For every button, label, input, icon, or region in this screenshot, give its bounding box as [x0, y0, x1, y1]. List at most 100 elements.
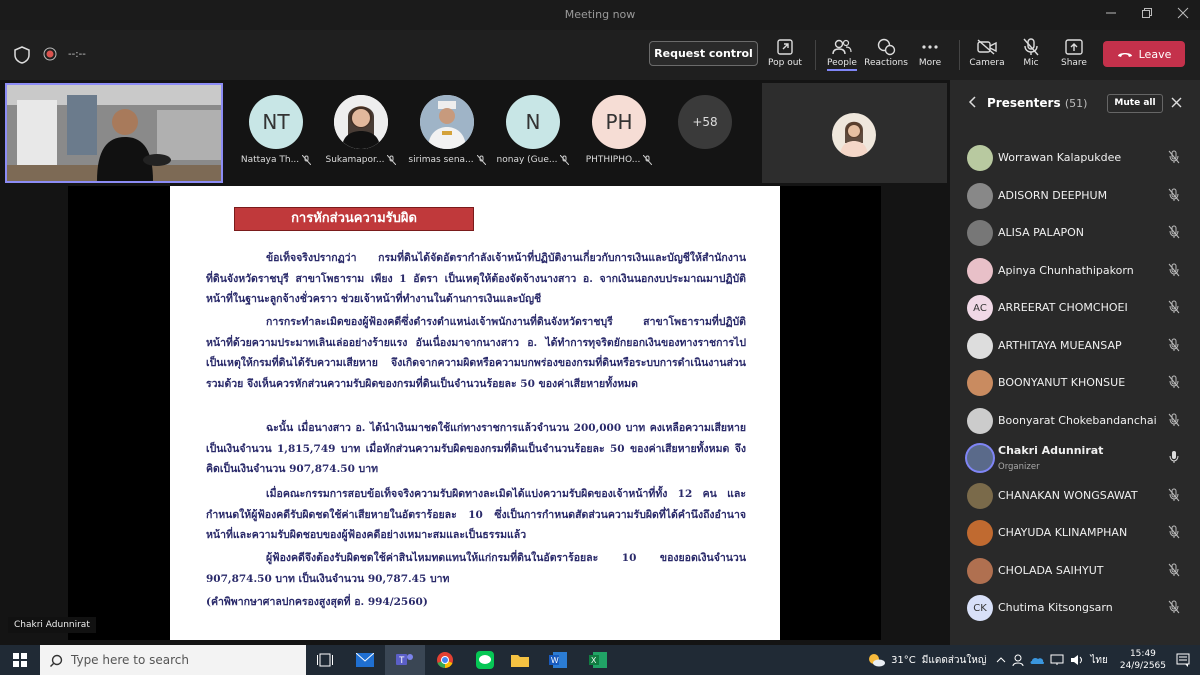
file-explorer-icon[interactable] [500, 645, 540, 675]
mic-muted-icon[interactable] [1168, 338, 1180, 352]
mic-muted-icon[interactable] [1168, 225, 1180, 239]
teams-app-icon[interactable]: T [385, 645, 425, 675]
mic-muted-icon[interactable] [1168, 600, 1180, 614]
mic-muted-icon[interactable] [1168, 563, 1180, 577]
presentation-slide: การหักส่วนความรับผิด ข้อเท็จจริงปรากฏว่า… [170, 186, 780, 640]
presenter-row[interactable]: CK Chutima Kitsongsarn [950, 590, 1200, 627]
participant-tile[interactable]: N nonay (Gue... [493, 95, 573, 165]
leave-button[interactable]: Leave [1103, 41, 1185, 67]
presenter-row[interactable]: Apinya Chunhathipakorn [950, 253, 1200, 290]
presenter-avatar [967, 482, 993, 509]
camera-label: Camera [969, 58, 1005, 68]
svg-text:X: X [591, 656, 597, 665]
svg-text:T: T [399, 655, 405, 665]
presenter-row[interactable]: ALISA PALAPON [950, 215, 1200, 252]
mic-muted-icon[interactable] [1168, 488, 1180, 502]
pop-out-icon [760, 36, 810, 58]
muted-icon [302, 155, 312, 165]
meeting-stage: NT Nattaya Th... Sukamapor... sirimas se… [0, 80, 950, 645]
word-app-icon[interactable]: W [538, 645, 578, 675]
participant-tile[interactable]: PH PHTHIPHO... [579, 95, 659, 165]
participant-tile[interactable]: sirimas sena... [407, 95, 487, 165]
reactions-label: Reactions [864, 58, 908, 68]
pop-out-button[interactable]: Pop out [760, 36, 810, 68]
input-language[interactable]: ไทย [1090, 653, 1107, 668]
clock-time: 15:49 [1129, 649, 1156, 659]
speaker-video[interactable] [5, 83, 223, 183]
presenter-avatar [967, 220, 993, 246]
participant-video-tile[interactable] [762, 83, 947, 183]
slide-paragraph: การกระทำละเมิดของผู้ฟ้องคดีซึ่งดำรงตำแหน… [206, 316, 746, 390]
presenter-row[interactable]: Boonyarat Chokebandanchai [950, 403, 1200, 440]
presenter-avatar: AC [967, 295, 993, 321]
hang-up-icon [1117, 50, 1133, 58]
mic-muted-icon[interactable] [1168, 150, 1180, 164]
search-icon [50, 654, 63, 667]
chrome-app-icon[interactable] [425, 645, 465, 675]
clock[interactable]: 15:49 24/9/2565 [1120, 648, 1166, 672]
close-panel-icon[interactable] [1171, 97, 1182, 108]
reactions-button[interactable]: Reactions [861, 36, 911, 68]
participant-name: Sukamapor... [325, 155, 385, 165]
mail-app-icon[interactable] [345, 645, 385, 675]
mic-muted-icon[interactable] [1168, 188, 1180, 202]
onedrive-icon[interactable] [1030, 656, 1045, 665]
slide-paragraph: ข้อเท็จจริงปรากฏว่า กรมที่ดินได้จัดอัตรา… [206, 252, 746, 305]
presenter-name: Worrawan Kalapukdee [998, 151, 1122, 164]
request-control-button[interactable]: Request control [649, 41, 758, 66]
camera-button[interactable]: Camera [962, 36, 1012, 68]
weather-icon[interactable] [867, 653, 886, 667]
participant-avatar [334, 95, 388, 149]
notifications-icon[interactable] [1176, 653, 1190, 667]
search-placeholder: Type here to search [71, 653, 189, 667]
more-participants[interactable]: +58 [665, 95, 745, 165]
toolbar-divider [959, 40, 960, 70]
muted-icon [643, 155, 653, 165]
camera-off-icon [962, 36, 1012, 58]
participant-tile[interactable]: Sukamapor... [321, 95, 401, 165]
mic-muted-icon[interactable] [1168, 375, 1180, 389]
presenter-avatar [967, 182, 993, 209]
presenter-row[interactable]: Chakri Adunnirat Organizer [950, 440, 1200, 477]
taskbar-search[interactable]: Type here to search [40, 645, 306, 675]
presenter-row[interactable]: CHAYUDA KLINAMPHAN [950, 515, 1200, 552]
excel-app-icon[interactable]: X [578, 645, 618, 675]
people-tray-icon[interactable] [1012, 654, 1024, 666]
presenter-row[interactable]: ADISORN DEEPHUM [950, 178, 1200, 215]
minimize-icon[interactable] [1104, 6, 1118, 20]
presenter-row[interactable]: CHOLADA SAIHYUT [950, 553, 1200, 590]
presenter-row[interactable]: ARTHITAYA MUEANSAP [950, 328, 1200, 365]
line-app-icon[interactable] [465, 645, 505, 675]
presenter-row[interactable]: Worrawan Kalapukdee [950, 140, 1200, 177]
participant-tile[interactable]: NT Nattaya Th... [236, 95, 316, 165]
presenter-avatar [967, 370, 993, 396]
windows-start-icon[interactable] [0, 645, 40, 675]
presenter-row[interactable]: BOONYANUT KHONSUE [950, 365, 1200, 402]
chevron-up-icon[interactable] [996, 657, 1006, 663]
mic-muted-icon[interactable] [1168, 300, 1180, 314]
mic-muted-icon[interactable] [1168, 263, 1180, 277]
task-view-icon[interactable] [305, 645, 345, 675]
more-label: More [918, 58, 942, 68]
mute-all-button[interactable]: Mute all [1107, 94, 1163, 113]
network-icon[interactable] [1050, 654, 1064, 666]
slide-reference: (คำพิพากษาศาลปกครองสูงสุดที่ อ. 994/2560… [206, 596, 428, 608]
recording-icon [43, 47, 57, 61]
panel-title-text: Presenters [987, 96, 1061, 110]
presenter-row[interactable]: AC ARREERAT CHOMCHOEI [950, 290, 1200, 327]
mic-muted-icon[interactable] [1168, 525, 1180, 539]
mic-on-icon[interactable] [1168, 450, 1180, 464]
toolbar-divider [815, 40, 816, 70]
people-button[interactable]: People [817, 36, 867, 71]
back-icon[interactable] [968, 96, 976, 108]
shield-icon[interactable] [14, 46, 30, 64]
share-button[interactable]: Share [1049, 36, 1099, 68]
mic-muted-icon[interactable] [1168, 413, 1180, 427]
presenter-row[interactable]: CHANAKAN WONGSAWAT [950, 478, 1200, 515]
presenters-panel: Presenters (51) Mute all Worrawan Kalapu… [950, 80, 1200, 645]
volume-icon[interactable] [1070, 654, 1084, 666]
more-button[interactable]: More [905, 36, 955, 68]
close-window-icon[interactable] [1176, 6, 1190, 20]
restore-icon[interactable] [1140, 6, 1154, 20]
presenter-name: ADISORN DEEPHUM [998, 188, 1108, 202]
